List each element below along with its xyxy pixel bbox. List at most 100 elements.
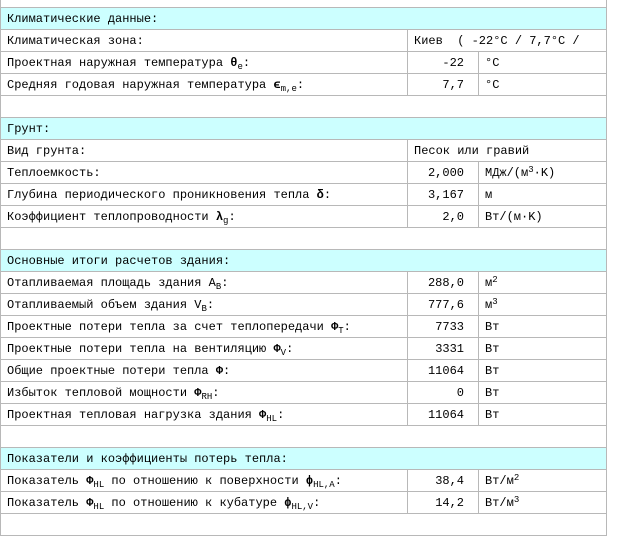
section-title: Показатели и коэффициенты потерь тепла: bbox=[0, 447, 608, 470]
row-label: Вид грунта: bbox=[0, 139, 408, 162]
label-text: Теплоемкость: bbox=[7, 165, 101, 180]
row-value: 7733 bbox=[407, 315, 479, 338]
label-suffix: : bbox=[334, 473, 342, 488]
unit-text: м bbox=[485, 187, 493, 202]
row-value: 3331 bbox=[407, 337, 479, 360]
label-suffix: по отношению к кубатуре bbox=[104, 495, 285, 510]
symbol: Φ bbox=[215, 363, 224, 378]
table-row: Избыток тепловой мощности ΦRH: 0 Вт bbox=[0, 381, 608, 404]
row-label: Общие проектные потери тепла Φ: bbox=[0, 359, 408, 382]
row-value: 2,0 bbox=[407, 205, 479, 228]
spacer-cell bbox=[0, 0, 608, 8]
unit-text: ·K) bbox=[533, 165, 556, 180]
label-text: Коэффициент теплопроводности bbox=[7, 209, 216, 224]
row-label: Отапливаемая площадь здания AB: bbox=[0, 271, 408, 294]
row-label: Показатель ΦHL по отношению к поверхност… bbox=[0, 469, 408, 492]
table-row: Средняя годовая наружная температура ϵm,… bbox=[0, 73, 608, 96]
row-label: Избыток тепловой мощности ΦRH: bbox=[0, 381, 408, 404]
label-suffix: по отношению к поверхности bbox=[104, 473, 306, 488]
unit-text: Вт/м bbox=[485, 473, 514, 488]
unit-superscript: 2 bbox=[513, 472, 520, 483]
subscript: HL,A bbox=[313, 479, 335, 490]
table-row: Вид грунта: Песок или гравий bbox=[0, 139, 608, 162]
row-unit: м3 bbox=[477, 293, 608, 316]
results-table: Климатические данные: Климатическая зона:… bbox=[0, 0, 608, 536]
symbol: δ bbox=[316, 187, 324, 202]
label-suffix: : bbox=[313, 495, 321, 510]
row-unit: °C bbox=[477, 73, 608, 96]
row-label: Проектная тепловая нагрузка здания ΦHL: bbox=[0, 403, 408, 426]
label-text: Проектная тепловая нагрузка здания bbox=[7, 407, 260, 422]
subscript: HL bbox=[93, 501, 105, 512]
row-label: Показатель ΦHL по отношению к кубатуре ɸ… bbox=[0, 491, 408, 514]
subscript: HL,V bbox=[291, 501, 314, 512]
unit-text: МДж/(м bbox=[485, 165, 529, 180]
row-value: 11064 bbox=[407, 403, 479, 426]
unit-superscript: 3 bbox=[492, 296, 498, 307]
symbol: Φ bbox=[273, 341, 281, 356]
row-value: 777,6 bbox=[407, 293, 479, 316]
spacer-row bbox=[0, 0, 608, 8]
label-suffix: : bbox=[206, 297, 215, 312]
section-header: Климатические данные: bbox=[0, 7, 608, 30]
table-row: Климатическая зона: Киев ( -22°C / 7,7°C … bbox=[0, 29, 608, 52]
table-row: Отапливаемая площадь здания AB: 288,0 м2 bbox=[0, 271, 608, 294]
label-suffix: : bbox=[323, 187, 332, 202]
table-row: Проектная тепловая нагрузка здания ΦHL: 1… bbox=[0, 403, 608, 426]
table-row: Глубина периодического проникновения теп… bbox=[0, 183, 608, 206]
row-unit: Вт/(м·K) bbox=[477, 205, 608, 228]
table-row: Показатель ΦHL по отношению к кубатуре ɸ… bbox=[0, 491, 608, 514]
row-unit: Вт bbox=[477, 381, 608, 404]
row-value: 7,7 bbox=[407, 73, 479, 96]
row-unit: м2 bbox=[477, 271, 608, 294]
row-value: 2,000 bbox=[407, 161, 479, 184]
unit-text: Вт/м bbox=[485, 495, 514, 510]
row-label: Отапливаемый объем здания VB: bbox=[0, 293, 408, 316]
spacer-row bbox=[0, 227, 608, 250]
symbol: ɸ bbox=[305, 473, 314, 488]
unit-superscript: 2 bbox=[492, 274, 498, 285]
row-unit: Вт/м2 bbox=[477, 469, 608, 492]
label-suffix: : bbox=[228, 209, 236, 224]
label-text: Проектные потери тепла за счет теплопере… bbox=[7, 319, 332, 334]
label-text: Отапливаемая площадь здания A bbox=[7, 275, 216, 290]
row-value: 288,0 bbox=[407, 271, 479, 294]
row-unit: МДж/(м3·K) bbox=[477, 161, 608, 184]
unit-text: °C bbox=[485, 55, 500, 70]
subscript: HL bbox=[266, 413, 278, 424]
row-label: Теплоемкость: bbox=[0, 161, 408, 184]
label-text: Отапливаемый объем здания V bbox=[7, 297, 202, 312]
label-text: Вид грунта: bbox=[7, 143, 87, 158]
table-row: Проектная наружная температура θe: -22 °C bbox=[0, 51, 608, 74]
label-suffix: : bbox=[223, 363, 231, 378]
row-value: 38,4 bbox=[407, 469, 479, 492]
label-suffix: : bbox=[286, 341, 294, 356]
spacer-row bbox=[0, 425, 608, 448]
table-row: Показатель ΦHL по отношению к поверхност… bbox=[0, 469, 608, 492]
subscript: HL bbox=[93, 479, 105, 490]
row-value: Песок или гравий bbox=[406, 139, 608, 162]
section-title: Грунт: bbox=[0, 117, 608, 140]
row-label: Проектная наружная температура θe: bbox=[0, 51, 408, 74]
label-suffix: : bbox=[242, 55, 251, 70]
row-label: Климатическая зона: bbox=[0, 29, 408, 52]
spacer-row bbox=[0, 95, 608, 118]
section-header: Грунт: bbox=[0, 117, 608, 140]
spacer-cell bbox=[0, 227, 608, 250]
label-suffix: : bbox=[343, 319, 351, 334]
symbol: ϵ bbox=[273, 77, 281, 92]
table-row: Проектные потери тепла на вентиляцию ΦV:… bbox=[0, 337, 608, 360]
row-value: 14,2 bbox=[407, 491, 479, 514]
section-title: Основные итоги расчетов здания: bbox=[0, 249, 608, 272]
row-unit: м bbox=[477, 183, 608, 206]
row-label: Глубина периодического проникновения теп… bbox=[0, 183, 408, 206]
table-row: Проектные потери тепла за счет теплопере… bbox=[0, 315, 608, 338]
row-label: Проектные потери тепла на вентиляцию ΦV: bbox=[0, 337, 408, 360]
label-suffix: : bbox=[296, 77, 305, 92]
row-label: Средняя годовая наружная температура ϵm,… bbox=[0, 73, 408, 96]
row-unit: Вт/м3 bbox=[477, 491, 608, 514]
row-unit: °C bbox=[477, 51, 608, 74]
unit-text: Вт/(м·K) bbox=[485, 209, 543, 224]
unit-text: Вт bbox=[485, 407, 500, 422]
label-text: Избыток тепловой мощности bbox=[7, 385, 195, 400]
